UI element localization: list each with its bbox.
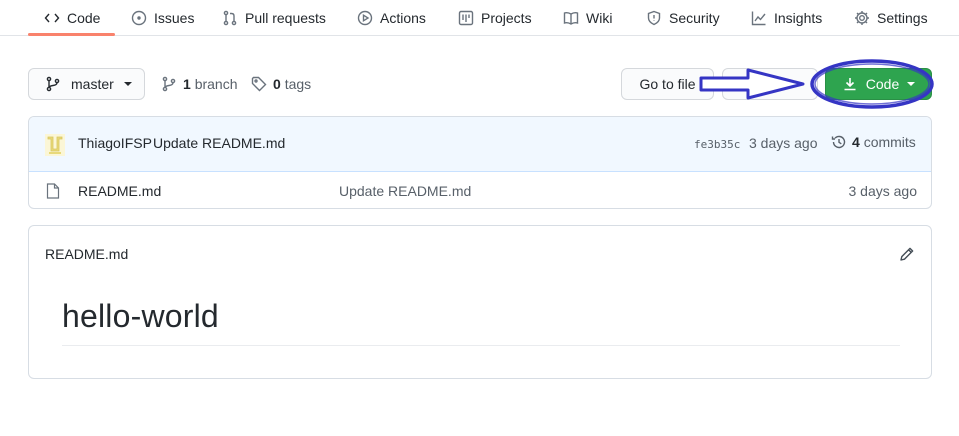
chevron-down-icon: [123, 82, 132, 86]
branches-label: branch: [194, 76, 238, 92]
commits-label: commits: [863, 134, 916, 150]
project-icon: [458, 10, 474, 26]
download-icon: [844, 78, 856, 91]
readme-title: README.md: [45, 246, 129, 262]
commit-author-link[interactable]: ThiagoIFSP: [78, 135, 152, 151]
file-icon: [46, 183, 60, 199]
tags-link[interactable]: 0 tags: [251, 68, 311, 100]
history-icon: [831, 135, 846, 149]
add-file-label: Add file: [739, 76, 786, 92]
tab-settings[interactable]: Settings: [854, 0, 928, 36]
commits-history-link[interactable]: 4 commits: [831, 134, 916, 150]
chevron-down-icon: [907, 82, 916, 86]
tab-security-label: Security: [669, 10, 720, 26]
tab-issues-label: Issues: [154, 10, 195, 26]
tab-projects[interactable]: Projects: [458, 0, 532, 36]
tab-pull-requests[interactable]: Pull requests: [222, 0, 326, 36]
tab-insights-label: Insights: [774, 10, 823, 26]
tab-security[interactable]: Security: [646, 0, 720, 36]
go-to-file-label: Go to file: [639, 76, 696, 92]
commit-sha-link[interactable]: fe3b35c: [694, 138, 740, 151]
tab-settings-label: Settings: [877, 10, 928, 26]
graph-icon: [751, 11, 766, 26]
table-row: README.md Update README.md 3 days ago: [29, 173, 931, 208]
tab-issues[interactable]: Issues: [131, 0, 194, 36]
code-button-label: Code: [865, 76, 900, 92]
commits-count: 4: [852, 134, 860, 150]
issue-icon: [131, 10, 147, 26]
heading-divider: [62, 345, 900, 346]
readme-heading: hello-world: [62, 298, 219, 334]
book-icon: [563, 11, 579, 25]
tab-code-label: Code: [67, 10, 101, 26]
branches-count: 1: [183, 76, 191, 92]
tab-pull-requests-label: Pull requests: [245, 10, 326, 26]
add-file-button[interactable]: Add file: [722, 68, 818, 100]
pull-request-icon: [223, 10, 237, 26]
file-commit-message-link[interactable]: Update README.md: [339, 183, 471, 199]
avatar[interactable]: [45, 134, 65, 156]
tag-icon: [251, 76, 267, 92]
branch-icon: [162, 76, 176, 92]
tab-actions-label: Actions: [380, 10, 426, 26]
gear-icon: [855, 11, 869, 25]
latest-commit-bar: ThiagoIFSP Update README.md fe3b35c 3 da…: [29, 117, 931, 172]
tab-insights[interactable]: Insights: [751, 0, 822, 36]
tab-code[interactable]: Code: [44, 0, 100, 36]
shield-icon: [647, 10, 661, 26]
branch-select-button[interactable]: master: [28, 68, 145, 100]
tab-wiki[interactable]: Wiki: [563, 0, 612, 36]
go-to-file-button[interactable]: Go to file: [621, 68, 714, 100]
tab-wiki-label: Wiki: [586, 10, 613, 26]
file-name-link[interactable]: README.md: [78, 183, 161, 199]
tab-projects-label: Projects: [481, 10, 532, 26]
active-tab-indicator: [28, 33, 115, 36]
branch-name: master: [71, 76, 114, 92]
branches-link[interactable]: 1 branch: [161, 68, 238, 100]
chevron-down-icon: [793, 82, 802, 86]
file-age: 3 days ago: [848, 183, 918, 199]
tags-count: 0: [273, 76, 281, 92]
commit-time: 3 days ago: [749, 135, 818, 151]
code-icon: [44, 13, 60, 23]
play-icon: [357, 10, 373, 26]
branch-icon: [46, 76, 60, 92]
commit-message-link[interactable]: Update README.md: [153, 135, 285, 151]
tab-actions[interactable]: Actions: [357, 0, 426, 36]
repo-nav: Code Issues Pull requests Actions Projec…: [0, 0, 959, 36]
tags-label: tags: [284, 76, 312, 92]
code-download-button[interactable]: Code: [825, 68, 932, 100]
pencil-icon[interactable]: [899, 246, 915, 262]
readme-panel: README.md hello-world: [28, 225, 932, 379]
file-list: ThiagoIFSP Update README.md fe3b35c 3 da…: [28, 116, 932, 209]
